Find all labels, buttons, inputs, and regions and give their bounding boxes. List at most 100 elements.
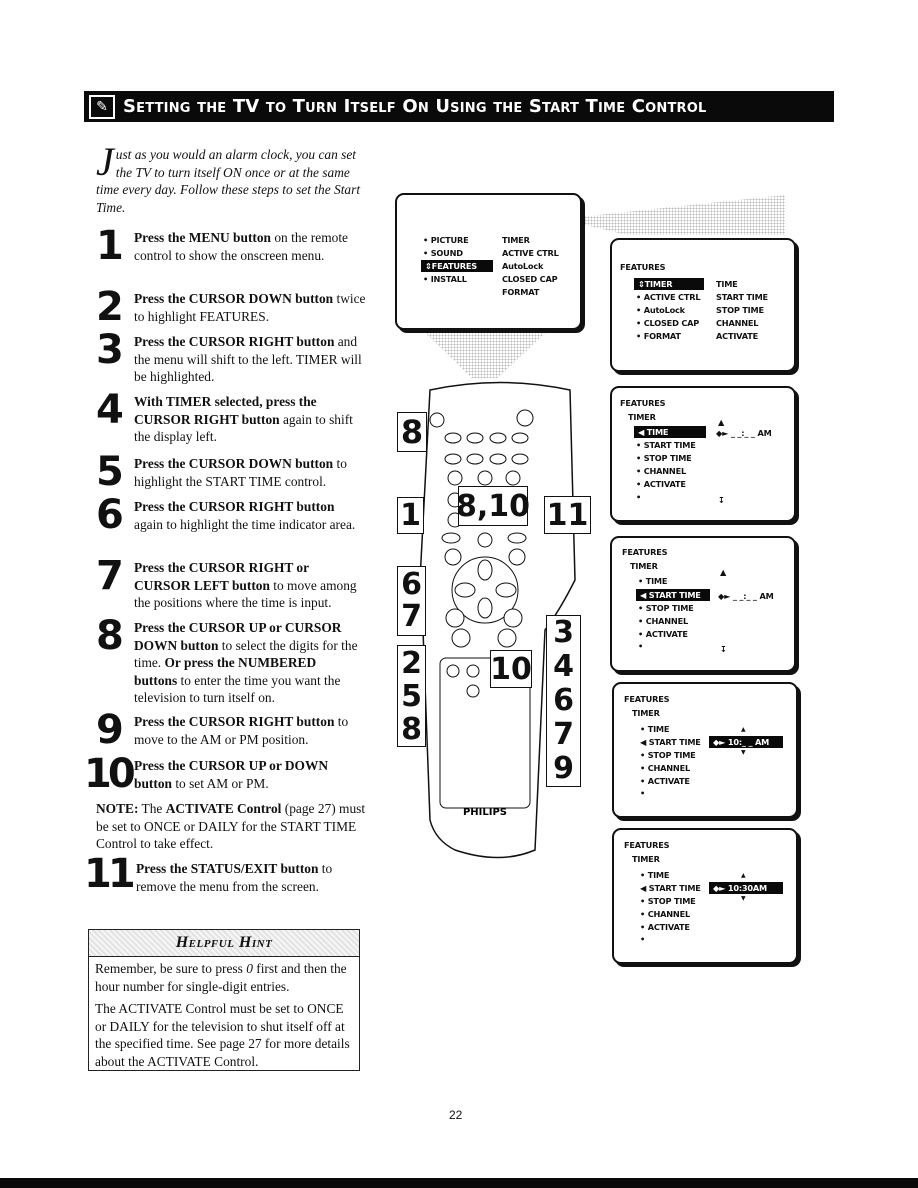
screen-subheading: TIMER xyxy=(632,708,660,718)
submenu-closed-cap: CLOSED CAP xyxy=(502,274,558,284)
menu-item-activate: • ACTIVATE xyxy=(636,479,686,489)
program-list-button xyxy=(489,453,507,465)
picture-button xyxy=(507,532,527,544)
cursor-up-button xyxy=(477,559,493,581)
cursor-left-button xyxy=(454,582,476,598)
hint-paragraph-2: The ACTIVATE Control must be set to ONCE… xyxy=(95,1001,350,1069)
step-number: 7 xyxy=(96,553,124,599)
menu-item-active-ctrl: • ACTIVE CTRL xyxy=(636,292,701,302)
rec-button xyxy=(444,453,462,465)
step-number: 4 xyxy=(96,387,124,433)
helpful-hint-box: Helpful Hint Remember, be sure to press … xyxy=(88,929,360,1071)
menu-item-bullet: • xyxy=(640,788,646,798)
submenu-channel: CHANNEL xyxy=(716,318,759,328)
screen-heading: FEATURES xyxy=(624,694,670,704)
submenu-timer: TIMER xyxy=(502,235,530,245)
menu-item-sound: • SOUND xyxy=(423,248,463,258)
menu-item-activate: • ACTIVATE xyxy=(638,629,688,639)
step-number: 5 xyxy=(96,449,124,495)
time-value: ◆► _ _:_ _ AM xyxy=(718,591,774,601)
digit-2-button xyxy=(477,470,493,486)
tv-screen-features-menu: FEATURES ⇕TIMER • ACTIVE CTRL • AutoLock… xyxy=(610,238,796,372)
down-arrow-icon: ↧ xyxy=(720,644,727,654)
up-arrow-icon: ▲ xyxy=(741,872,746,879)
section-title: Setting the TV to Turn Itself On Using t… xyxy=(123,96,707,117)
tv-screen-main-menu: • PICTURE • SOUND ⇕FEATURES • INSTALL TI… xyxy=(395,193,582,330)
menu-item-channel: • CHANNEL xyxy=(638,616,688,626)
callout-steps-2-5-8: 2 5 8 xyxy=(397,645,426,747)
power-button xyxy=(516,409,534,427)
menu-item-stop-time: • STOP TIME xyxy=(640,750,696,760)
menu-item-time-highlighted: ◀ TIME xyxy=(634,426,706,438)
digit-1-button xyxy=(447,470,463,486)
step-instruction: Press the CURSOR DOWN button xyxy=(134,456,334,471)
active-control-button xyxy=(466,432,484,444)
section-title-bar: ✎ Setting the TV to Turn Itself On Using… xyxy=(84,91,834,122)
screen-heading: FEATURES xyxy=(620,398,666,408)
stop-button xyxy=(466,664,480,678)
vol-minus-button xyxy=(451,628,471,648)
step-number: 8 xyxy=(96,613,124,659)
callout-step-10: 10 xyxy=(490,650,532,688)
menu-item-format: • FORMAT xyxy=(636,331,681,341)
hint-text: Remember, be sure to press xyxy=(95,961,247,976)
digit-0-button xyxy=(477,532,493,548)
note-paragraph: NOTE: The ACTIVATE Control (page 27) mus… xyxy=(96,800,366,853)
tv-beam-shading xyxy=(560,195,785,235)
menu-item-features-highlighted: ⇕FEATURES xyxy=(421,260,493,272)
callout-steps-3-4-6-7-9: 3 4 6 7 9 xyxy=(546,615,581,787)
up-arrow-icon: ▲ xyxy=(741,726,746,733)
menu-item-bullet: • xyxy=(636,492,642,502)
step-detail: to set AM or PM. xyxy=(171,775,269,791)
remote-beam-shading xyxy=(420,328,550,378)
submenu-start-time: START TIME xyxy=(716,292,768,302)
up-arrow-icon: ▲ xyxy=(720,567,727,577)
down-arrow-icon: ↧ xyxy=(718,495,725,505)
screen-heading: FEATURES xyxy=(620,262,666,272)
step-number: 1 xyxy=(96,223,124,269)
step-instruction: Press the CURSOR RIGHT button xyxy=(134,499,335,514)
menu-item-start-time: ◀ START TIME xyxy=(640,737,701,747)
menu-item-stop-time: • STOP TIME xyxy=(640,896,696,906)
menu-item-channel: • CHANNEL xyxy=(640,909,690,919)
intro-dropcap: J xyxy=(96,139,114,184)
menu-item-picture: • PICTURE xyxy=(423,235,469,245)
note-bold: ACTIVATE Control xyxy=(165,801,282,816)
time-value-highlighted: ◆► 10:_ _ AM xyxy=(709,736,783,748)
menu-item-start-time: ◀ START TIME xyxy=(640,883,701,893)
menu-item-activate: • ACTIVATE xyxy=(640,922,690,932)
callout-steps-8-10: 8,10 xyxy=(456,486,530,526)
tv-screen-timer-entry-2: FEATURES TIMER • TIME ◀ START TIME • STO… xyxy=(612,828,798,964)
menu-item-install: • INSTALL xyxy=(423,274,467,284)
submenu-active-ctrl: ACTIVE CTRL xyxy=(502,248,559,258)
screen-heading: FEATURES xyxy=(622,547,668,557)
menu-item-activate: • ACTIVATE xyxy=(640,776,690,786)
menu-item-start-time: • START TIME xyxy=(636,440,696,450)
ch-plus-button xyxy=(503,608,523,628)
sleep-button xyxy=(429,412,445,428)
down-arrow-icon: ▼ xyxy=(741,749,746,756)
down-arrow-icon: ▼ xyxy=(741,895,746,902)
clock-button xyxy=(511,432,529,444)
rewind-button xyxy=(446,664,460,678)
cc-button xyxy=(489,432,507,444)
step-instruction: Press the MENU button xyxy=(134,230,272,245)
step-instruction: Press the CURSOR DOWN button xyxy=(134,291,334,306)
note-label: NOTE: xyxy=(96,801,139,816)
up-arrow-icon: ▲ xyxy=(718,417,725,427)
intro-text: ust as you would an alarm clock, you can… xyxy=(96,147,361,215)
tv-screen-timer-entry-1: FEATURES TIMER • TIME ◀ START TIME • STO… xyxy=(612,682,798,818)
step-number: 6 xyxy=(96,492,124,538)
step-number: 9 xyxy=(96,707,124,753)
submenu-stop-time: STOP TIME xyxy=(716,305,764,315)
vol-plus-button xyxy=(445,608,465,628)
hint-title: Helpful Hint xyxy=(89,930,359,957)
menu-item-timer-highlighted: ⇕TIMER xyxy=(634,278,704,290)
screen-subheading: TIMER xyxy=(632,854,660,864)
menu-item-autolock: • AutoLock xyxy=(636,305,685,315)
menu-item-time: • TIME xyxy=(640,870,670,880)
bottom-border xyxy=(0,1178,918,1188)
av-button xyxy=(444,432,462,444)
step-instruction: Press the STATUS/EXIT button xyxy=(136,861,319,876)
ch-minus-button xyxy=(497,628,517,648)
